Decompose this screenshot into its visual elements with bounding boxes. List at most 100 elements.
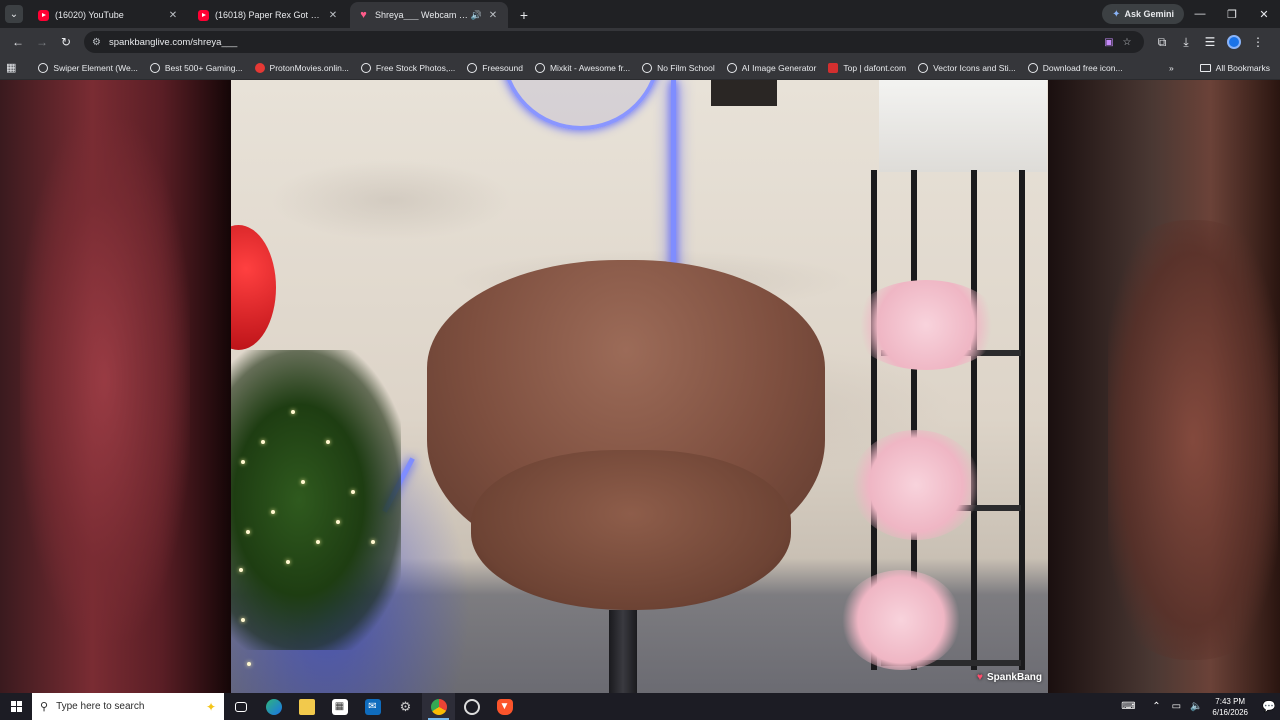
keyboard-icon[interactable]: ⌨ (1120, 701, 1136, 712)
gear-icon: ⚙ (399, 698, 412, 714)
bookmark-star-icon[interactable]: ☆ (1118, 37, 1136, 48)
new-tab-button[interactable]: + (512, 2, 536, 28)
ask-gemini-label: Ask Gemini (1124, 9, 1174, 19)
address-bar[interactable]: ⚙ spankbanglive.com/shreya___ ▣ ☆ (84, 31, 1144, 53)
edge-icon (265, 698, 282, 715)
extensions-icon[interactable]: ⧉ (1150, 30, 1174, 54)
search-icon: ⚲ (40, 701, 49, 713)
brave-icon: ▼ (496, 698, 513, 715)
proton-icon (254, 62, 265, 73)
chrome-icon (430, 698, 447, 715)
close-tab-icon[interactable]: ✕ (166, 10, 180, 21)
taskbar-settings[interactable]: ⚙ (389, 693, 422, 720)
search-highlight-icon: ✦ (205, 699, 216, 714)
bookmark-item[interactable]: No Film School (642, 62, 715, 73)
taskbar-search[interactable]: ⚲ Type here to search ✦ (32, 693, 224, 720)
download-icon[interactable]: ⤓ (1174, 30, 1198, 54)
globe-icon (642, 62, 653, 73)
taskbar-chrome[interactable] (422, 693, 455, 720)
taskbar-store[interactable]: ▦ (323, 693, 356, 720)
video-player[interactable]: ♥ SpankBang (231, 80, 1048, 693)
bookmark-item[interactable]: ProtonMovies.onlin... (254, 62, 349, 73)
taskbar-file-explorer[interactable] (290, 693, 323, 720)
bookmark-item[interactable]: Free Stock Photos,... (360, 62, 455, 73)
globe-icon (918, 62, 929, 73)
profile-avatar[interactable] (1222, 30, 1246, 54)
forward-button[interactable]: → (30, 30, 54, 54)
app-icon (463, 698, 480, 715)
blurred-background-left (0, 80, 231, 693)
globe-icon (467, 62, 478, 73)
windows-logo-icon (10, 701, 22, 712)
blurred-background-right (1048, 80, 1280, 693)
site-info-icon[interactable]: ⚙ (92, 37, 101, 48)
bookmark-item[interactable]: Freesound (467, 62, 523, 73)
more-bookmarks-button[interactable]: » (1169, 63, 1174, 73)
globe-icon (726, 62, 737, 73)
spankbang-watermark: ♥ SpankBang (977, 672, 1042, 683)
browser-toolbar: ← → ↻ ⚙ spankbanglive.com/shreya___ ▣ ☆ … (0, 28, 1280, 56)
taskbar-edge[interactable] (257, 693, 290, 720)
dafont-icon (828, 62, 839, 73)
speaker-icon[interactable]: 🔊 (471, 10, 482, 21)
bookmark-item[interactable]: Download free icon... (1027, 62, 1123, 73)
task-view-button[interactable] (224, 693, 257, 720)
folder-icon (1199, 63, 1211, 72)
minimize-button[interactable]: — (1184, 0, 1216, 28)
volume-icon[interactable]: 🔈 (1188, 701, 1204, 712)
chevron-right-double-icon: » (1168, 62, 1174, 73)
tab-webcam-show[interactable]: ♥ Shreya___ Webcam Show | S 🔊 ✕ (350, 2, 508, 28)
search-placeholder: Type here to search (56, 701, 145, 712)
start-button[interactable] (0, 693, 32, 720)
task-view-icon (234, 701, 247, 712)
heart-icon: ♥ (360, 9, 367, 21)
tab-search-button[interactable]: ⌄ (0, 0, 28, 28)
bookmark-item[interactable]: Best 500+ Gaming... (149, 62, 243, 73)
close-tab-icon[interactable]: ✕ (326, 10, 340, 21)
globe-icon (38, 62, 49, 73)
network-icon[interactable]: ▭ (1168, 701, 1184, 712)
taskbar-brave[interactable]: ▼ (488, 693, 521, 720)
tab-title: (16018) Paper Rex Got ROCKED (215, 10, 326, 20)
globe-icon (1027, 62, 1038, 73)
youtube-icon (198, 9, 209, 21)
taskbar-mail[interactable]: ✉ (356, 693, 389, 720)
apps-button[interactable]: ▦ (6, 61, 26, 74)
clock[interactable]: 7:43 PM 6/16/2026 (1212, 696, 1248, 718)
chevron-up-icon[interactable]: ⌃ (1148, 701, 1164, 712)
back-button[interactable]: ← (6, 30, 30, 54)
folder-icon (298, 698, 315, 715)
clock-date: 6/16/2026 (1212, 707, 1248, 717)
bookmark-item[interactable]: Swiper Element (We... (38, 62, 138, 73)
tab-paper-rex[interactable]: (16018) Paper Rex Got ROCKED ✕ (190, 2, 348, 28)
ask-gemini-button[interactable]: ✦ Ask Gemini (1102, 4, 1184, 24)
gemini-icon: ✦ (1112, 8, 1121, 20)
chevron-down-icon: ⌄ (5, 5, 23, 23)
youtube-icon (38, 9, 49, 21)
store-icon: ▦ (331, 698, 348, 715)
windows-taskbar: ⚲ Type here to search ✦ ▦ ✉ ⚙ ▼ ⌨ ⌃ ▭ 🔈 … (0, 693, 1280, 720)
video-stage[interactable]: ♥ SpankBang (0, 80, 1280, 693)
close-tab-icon[interactable]: ✕ (486, 10, 500, 21)
media-controls-icon[interactable]: ☰ (1198, 30, 1222, 54)
close-window-button[interactable]: ✕ (1248, 0, 1280, 28)
url-text[interactable]: spankbanglive.com/shreya___ (109, 37, 1100, 48)
extension-active-icon[interactable]: ▣ (1100, 37, 1118, 48)
menu-icon[interactable]: ⋮ (1246, 30, 1270, 54)
globe-icon (360, 62, 371, 73)
tab-title: Shreya___ Webcam Show | S (375, 10, 471, 20)
bookmarks-bar: ▦ Swiper Element (We... Best 500+ Gaming… (0, 56, 1280, 80)
bookmark-item[interactable]: Mixkit - Awesome fr... (534, 62, 630, 73)
reload-button[interactable]: ↻ (54, 30, 78, 54)
tab-youtube[interactable]: (16020) YouTube ✕ (30, 2, 188, 28)
bookmark-item[interactable]: AI Image Generator (726, 62, 816, 73)
notification-icon[interactable]: 💬 (1258, 693, 1280, 720)
apps-grid-icon: ▦ (6, 62, 17, 74)
all-bookmarks-button[interactable]: All Bookmarks (1199, 63, 1270, 73)
bookmark-item[interactable]: Top | dafont.com (828, 62, 906, 73)
restore-button[interactable]: ❐ (1216, 0, 1248, 28)
bookmark-item[interactable]: Vector Icons and Sti... (918, 62, 1016, 73)
taskbar-app[interactable] (455, 693, 488, 720)
clock-time: 7:43 PM (1215, 696, 1246, 706)
heart-icon: ♥ (977, 672, 983, 683)
